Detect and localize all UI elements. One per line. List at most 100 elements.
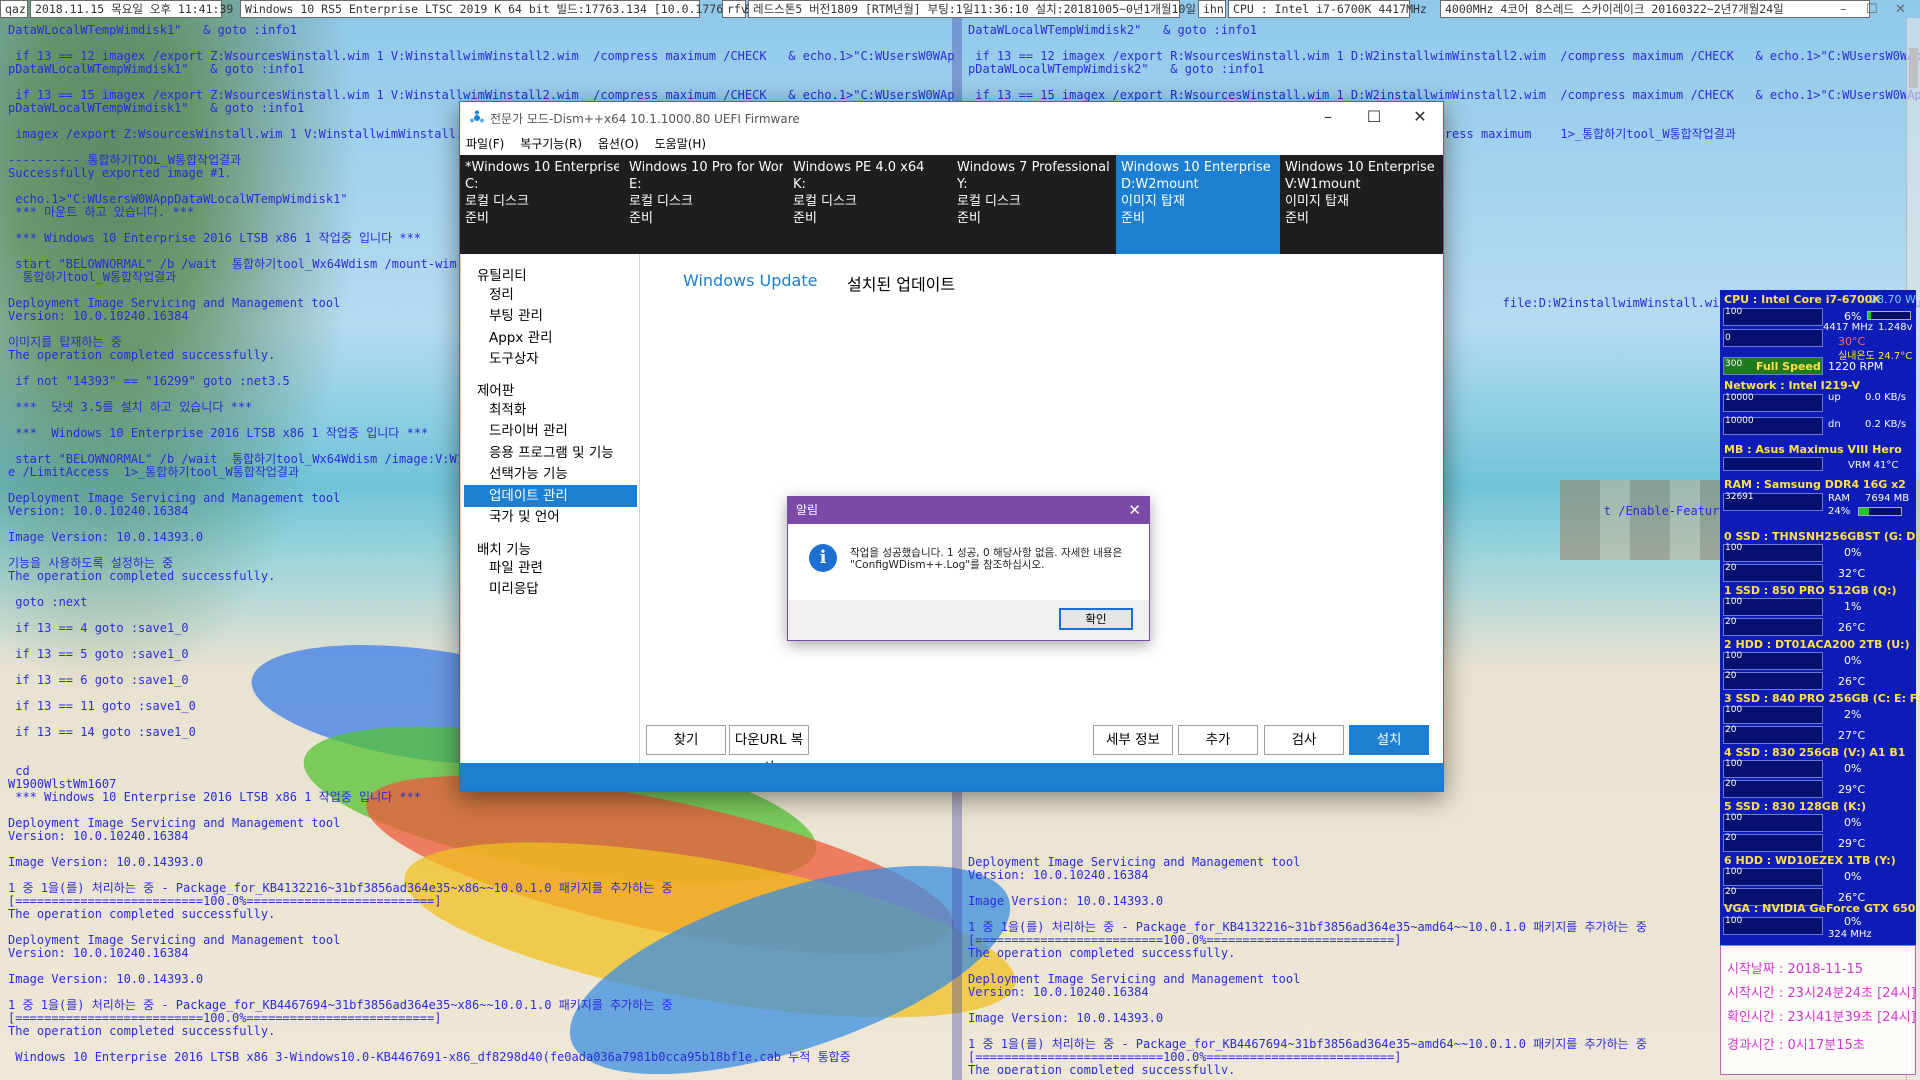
os-tile-name: Windows 7 Professional xyxy=(957,160,1110,175)
graph-min-label: 0 xyxy=(1725,333,1731,343)
tab-installed-updates[interactable]: 설치된 업데이트 xyxy=(847,271,955,295)
graph-max-label: 100 xyxy=(1725,597,1743,607)
net-scale-label: 10000 xyxy=(1725,393,1754,403)
tab-windows-update[interactable]: Windows Update xyxy=(683,271,817,290)
details-button[interactable]: 세부 정보 xyxy=(1093,725,1173,755)
disk-usage: 2% xyxy=(1844,708,1862,721)
os-tile-v-mount[interactable]: Windows 10 Enterprise 2 V:W1mount 이미지 탑재… xyxy=(1280,155,1444,254)
sidebar-item-region[interactable]: 국가 및 언어 xyxy=(464,506,637,528)
disk-title: 5 SSD : 830 128GB (K:) xyxy=(1724,800,1866,813)
graph-max-label: 100 xyxy=(1725,651,1743,661)
minimize-icon[interactable]: – xyxy=(1840,2,1847,17)
disk-usage: 0% xyxy=(1844,654,1862,667)
sidebar-item-apps[interactable]: 응용 프로그램 및 기능 xyxy=(464,442,637,464)
close-icon[interactable]: ✕ xyxy=(1895,2,1906,17)
window-close-button[interactable]: ✕ xyxy=(1397,102,1443,134)
dialog-close-icon[interactable]: ✕ xyxy=(1128,497,1141,523)
sidebar-item-driver[interactable]: 드라이버 관리 xyxy=(464,420,637,442)
os-tile-drive: K: xyxy=(793,177,806,192)
dialog-titlebar[interactable]: 알림 ✕ xyxy=(788,497,1149,524)
dialog-ok-button[interactable]: 확인 xyxy=(1059,608,1133,630)
sidebar-item-cleanup[interactable]: 정리 xyxy=(464,284,637,306)
status-bar xyxy=(460,763,1443,791)
os-tile-y[interactable]: Windows 7 Professional Y: 로컬 디스크 준비 xyxy=(952,155,1116,254)
disk-usage: 0% xyxy=(1844,816,1862,829)
graph-scale-label: 20 xyxy=(1725,779,1737,789)
os-tile-kind: 이미지 탑재 xyxy=(1121,194,1185,209)
window-maximize-button[interactable]: ☐ xyxy=(1351,102,1397,134)
disk-usage: 1% xyxy=(1844,600,1862,613)
disk-temp: 29°C xyxy=(1838,783,1866,796)
os-tile-drive: E: xyxy=(629,177,642,192)
sidebar-item-optimize[interactable]: 최적화 xyxy=(464,399,637,421)
sidebar-item-file-assoc[interactable]: 파일 관련 xyxy=(464,557,637,579)
cpu-usage-bar xyxy=(1867,311,1911,320)
graph-scale-label: 20 xyxy=(1725,563,1737,573)
sidebar-category-utility: 유틸리티 xyxy=(477,268,527,284)
ram-used: 7694 MB xyxy=(1865,493,1910,504)
disk-temp: 26°C xyxy=(1838,675,1866,688)
menu-options[interactable]: 옵션(O) xyxy=(598,134,639,154)
add-button[interactable]: 추가 xyxy=(1178,725,1258,755)
scrollbar-thumb[interactable] xyxy=(1909,48,1918,88)
menu-help[interactable]: 도움말(H) xyxy=(655,134,707,154)
vga-graph: 100 xyxy=(1723,916,1823,935)
start-date: 시작날짜 : 2018-11-15 xyxy=(1727,962,1864,977)
disk-usage-graph: 100 xyxy=(1723,705,1823,724)
scan-button[interactable]: 검사 xyxy=(1264,725,1344,755)
sidebar-category-control: 제어판 xyxy=(477,383,515,399)
menu-bar: 파일(F) 복구기능(R) 옵션(O) 도움말(H) xyxy=(460,134,1443,155)
topbar-cpu-detail: 4000MHz 4코어 8스레드 스카이레이크 20160322~2년7개월24… xyxy=(1440,0,1870,18)
topbar-cpu-info: CPU : Intel i7-6700K 4417MHz xyxy=(1228,0,1427,18)
ram-title: RAM : Samsung DDR4 16G x2 xyxy=(1724,478,1906,491)
copy-url-button[interactable]: 다운URL 복사 xyxy=(729,725,809,776)
cpu-title: CPU : Intel Core i7-6700K xyxy=(1724,293,1881,306)
ram-total: 32691 xyxy=(1725,492,1754,502)
vrm-temp: VRM 41°C xyxy=(1848,460,1899,471)
window-titlebar[interactable]: 전문가 모드-Dism++x64 10.1.1000.80 UEFI Firmw… xyxy=(460,102,1443,134)
os-tile-d-mount[interactable]: Windows 10 Enterprise 2 D:W2mount 이미지 탑재… xyxy=(1116,155,1280,254)
menu-recovery[interactable]: 복구기능(R) xyxy=(520,134,582,154)
window-minimize-button[interactable]: – xyxy=(1305,102,1351,134)
disk-title: 0 SSD : THNSNH256GBST (G: D:) xyxy=(1724,530,1920,543)
install-button[interactable]: 설치 xyxy=(1349,725,1429,755)
console-line: The operation completed successfully. xyxy=(8,1024,276,1038)
net-down: 0.2 KB/s xyxy=(1865,419,1907,430)
os-tile-e[interactable]: Windows 10 Pro for Work E: 로컬 디스크 준비 xyxy=(624,155,788,254)
sidebar-item-answer[interactable]: 미리응답 xyxy=(464,578,637,600)
net-up-label: up xyxy=(1828,392,1841,403)
ram-label: RAM xyxy=(1828,493,1851,504)
graph-max-label: 100 xyxy=(1725,813,1743,823)
maximize-icon[interactable]: ☐ xyxy=(1866,2,1878,17)
sidebar-item-appx[interactable]: Appx 관리 xyxy=(464,327,637,349)
elapsed-time: 경과시간 : 0시17분15초 xyxy=(1727,1038,1865,1053)
system-monitor: CPU : Intel Core i7-6700K 28.70 W 100 6%… xyxy=(1720,290,1920,945)
topbar-tag-ihn: ihn xyxy=(1198,0,1226,18)
find-button[interactable]: 찾기 xyxy=(646,725,726,755)
graph-max-label: 100 xyxy=(1725,543,1743,553)
disk-title: 6 HDD : WD10EZEX 1TB (Y:) xyxy=(1724,854,1896,867)
sidebar-item-toolbox[interactable]: 도구상자 xyxy=(464,348,637,370)
notification-dialog: 알림 ✕ i 작업을 성공했습니다. 1 성공, 0 해당사항 없음. 자세한 … xyxy=(787,496,1150,641)
sidebar-item-update[interactable]: 업데이트 관리 xyxy=(464,485,637,507)
graph-scale-label: 20 xyxy=(1725,671,1737,681)
os-tile-state: 준비 xyxy=(957,211,981,226)
top-status-bar: qaz 2018.11.15 목요일 오후 11:41:39 Windows 1… xyxy=(0,0,1920,18)
os-tile-k[interactable]: Windows PE 4.0 x64 K: 로컬 디스크 준비 xyxy=(788,155,952,254)
net-down-graph: 10000 xyxy=(1723,416,1823,435)
sidebar-item-optional-features[interactable]: 선택가능 기능 xyxy=(464,463,637,485)
os-tile-drive: Y: xyxy=(957,177,968,192)
disk-usage-graph: 100 xyxy=(1723,597,1823,616)
console-line: Version: 10.0.10240.16384 xyxy=(8,946,189,960)
graph-scale-label: 20 xyxy=(1725,833,1737,843)
disk-temp: 29°C xyxy=(1838,837,1866,850)
os-tile-c[interactable]: *Windows 10 Enterprise C: 로컬 디스크 준비 xyxy=(460,155,624,254)
cpu-temp-graph: 0 xyxy=(1723,329,1823,347)
ram-usage-bar xyxy=(1858,507,1902,516)
net-down-label: dn xyxy=(1828,419,1841,430)
sidebar-item-boot[interactable]: 부팅 관리 xyxy=(464,305,637,327)
disk-temp-graph: 20 xyxy=(1723,725,1823,744)
graph-max-label: 100 xyxy=(1725,705,1743,715)
menu-file[interactable]: 파일(F) xyxy=(466,134,504,154)
topbar-tag-rfv: rfv xyxy=(722,0,748,18)
